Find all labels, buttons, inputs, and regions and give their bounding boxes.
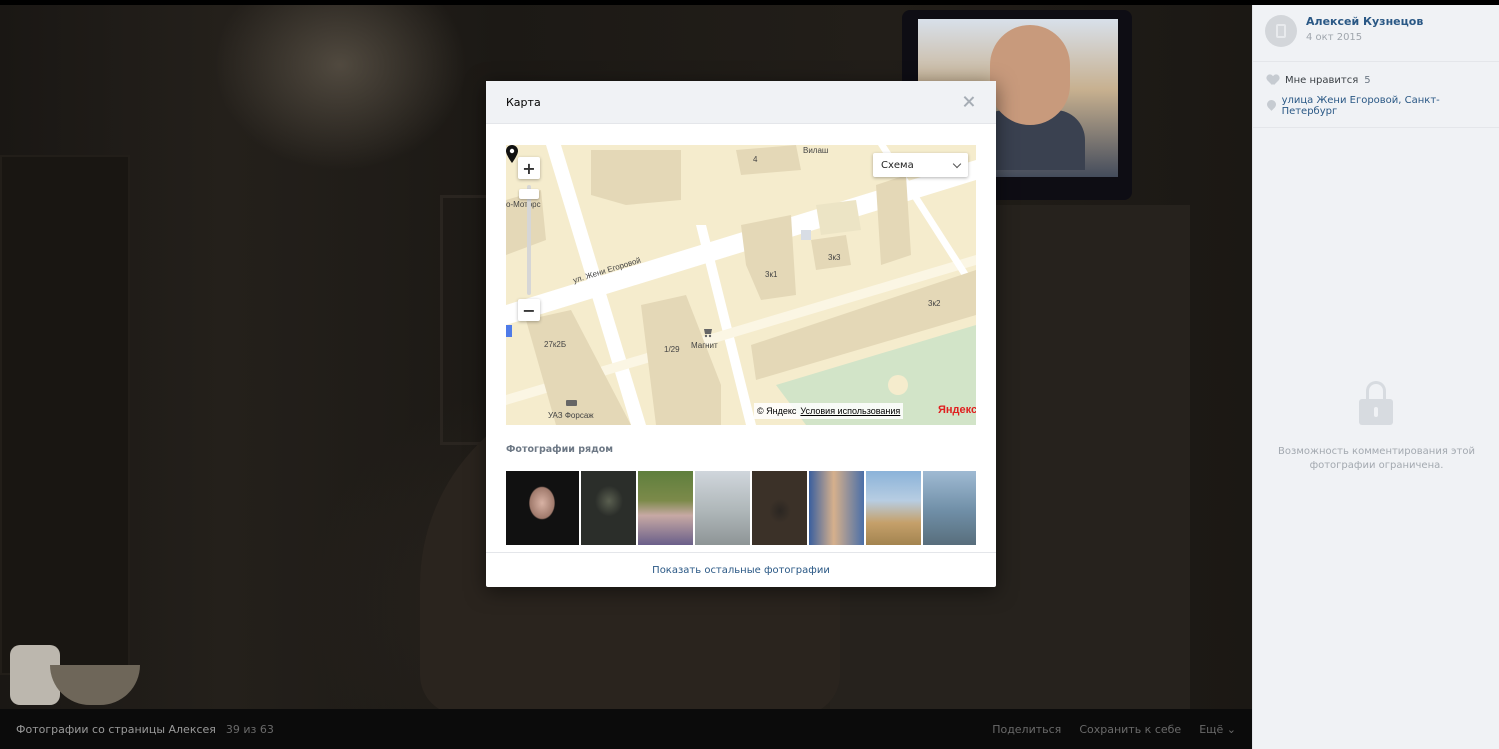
author-name[interactable]: Алексей Кузнецов [1306,15,1423,28]
location-link[interactable]: улица Жени Егоровой, Санкт-Петербург [1282,95,1485,117]
nearby-photo[interactable] [506,471,579,545]
author-info: Алексей Кузнецов 4 окт 2015 [1306,15,1423,43]
map-canvas: Вилаш 4 о-Моторс 3к1 3к3 3к2 27к2Б 1/29 … [506,145,976,425]
lock-icon [1359,381,1393,427]
like-count: 5 [1364,74,1371,86]
zoom-slider[interactable] [527,185,531,295]
map-type-value: Схема [881,159,914,171]
zoom-in-button[interactable]: + [518,157,540,179]
avatar[interactable] [1265,15,1297,47]
yandex-logo-text: Яндекс [938,404,976,416]
nearby-photo[interactable] [638,471,693,545]
divider [1253,127,1499,128]
heart-icon [1267,75,1279,86]
location-row[interactable]: улица Жени Егоровой, Санкт-Петербург [1253,93,1499,119]
copyright-text: © Яндекс [757,406,797,416]
svg-text:4: 4 [753,155,758,164]
svg-text:Магнит: Магнит [691,341,718,350]
bottom-actions: Поделиться Сохранить к себе Ещё ⌄ [992,723,1236,736]
show-more-photos-link[interactable]: Показать остальные фотографии [652,565,830,576]
photo-counter: 39 из 63 [225,722,274,736]
lock-body [1359,399,1393,425]
place-pin-icon [506,145,518,163]
chevron-down-icon [952,159,962,168]
svg-text:УАЗ Форсаж: УАЗ Форсаж [548,411,594,420]
sidebar: Алексей Кузнецов 4 окт 2015 Мне нравится… [1252,5,1499,749]
map-type-select[interactable]: Схема [873,153,968,177]
author-block: Алексей Кузнецов 4 окт 2015 [1253,5,1499,62]
svg-text:3к2: 3к2 [928,299,941,308]
photo-bowl [50,665,140,705]
photo-tv-face [990,25,1070,125]
map[interactable]: Вилаш 4 о-Моторс 3к1 3к3 3к2 27к2Б 1/29 … [506,145,976,425]
nearby-photo[interactable] [866,471,921,545]
photo-viewer: Фотографии со страницы Алексея 39 из 63 … [0,0,1499,749]
like-label: Мне нравится [1285,74,1359,86]
camera-icon [1276,24,1286,38]
close-icon[interactable] [962,95,976,109]
save-button[interactable]: Сохранить к себе [1079,723,1181,736]
map-modal: Карта Вилаш 4 о-Моторс 3к1 3к3 3к2 27к2Б… [486,81,996,587]
plus-icon: + [522,158,536,178]
album-title[interactable]: Фотографии со страницы Алексея [16,723,216,736]
nearby-photo[interactable] [695,471,750,545]
share-button[interactable]: Поделиться [992,723,1061,736]
terms-link[interactable]: Условия использования [800,406,900,416]
svg-text:3к1: 3к1 [765,270,778,279]
modal-title: Карта [506,95,541,109]
post-date: 4 окт 2015 [1306,32,1363,43]
zoom-slider-handle[interactable] [519,189,539,199]
photo-door [0,155,130,675]
nearby-photo[interactable] [752,471,807,545]
nearby-photo[interactable] [923,471,976,545]
location-pin-icon [1267,100,1276,112]
more-button[interactable]: Ещё ⌄ [1199,723,1236,736]
nearby-photos-strip [506,471,976,545]
modal-footer: Показать остальные фотографии [486,552,996,587]
svg-text:27к2Б: 27к2Б [544,340,566,349]
lock-shackle [1366,381,1386,401]
nearby-photo[interactable] [581,471,636,545]
map-copyright: © Яндекс Условия использования [754,403,904,419]
nearby-photo[interactable] [809,471,864,545]
svg-text:1/29: 1/29 [664,345,680,354]
zoom-out-button[interactable]: − [518,299,540,321]
bottom-bar: Фотографии со страницы Алексея 39 из 63 … [0,709,1252,749]
yandex-logo[interactable]: Яндекс [938,404,976,416]
modal-header: Карта [486,81,996,124]
minus-icon: − [522,300,536,320]
comments-closed-notice: Возможность комментирования этой фотогра… [1278,446,1475,471]
like-row[interactable]: Мне нравится 5 [1253,67,1499,93]
nearby-photos-label: Фотографии рядом [506,444,614,455]
svg-text:Вилаш: Вилаш [803,146,828,155]
svg-text:3к3: 3к3 [828,253,841,262]
svg-text:о-Моторс: о-Моторс [506,200,541,209]
